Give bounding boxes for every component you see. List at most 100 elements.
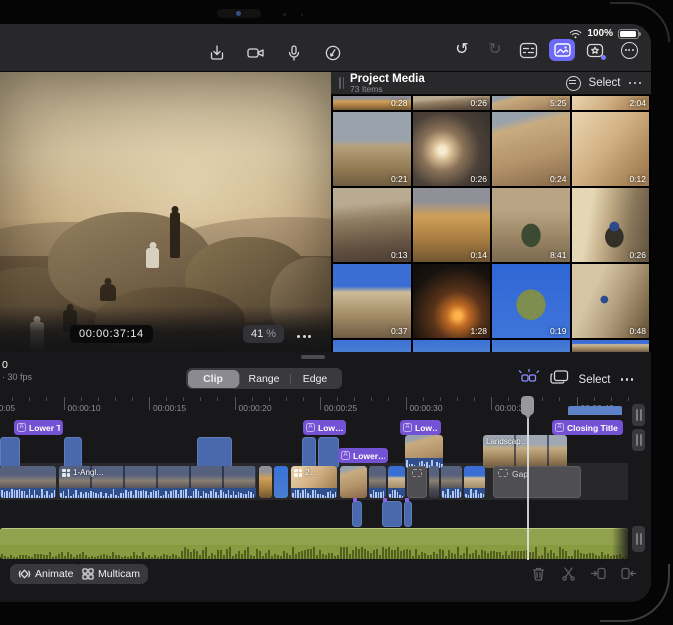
gap-clip[interactable]: Gap [493, 466, 581, 498]
more-button[interactable] [617, 38, 641, 62]
media-browser-button[interactable] [549, 39, 575, 61]
effects-button[interactable] [584, 38, 608, 62]
title-clip[interactable]: ALow… [400, 420, 441, 435]
timeline-scrollbar-segment[interactable] [632, 526, 645, 552]
animate-button[interactable]: Animate [10, 564, 82, 584]
video-clip[interactable] [388, 466, 405, 498]
clip-duration: 2:04 [629, 98, 646, 108]
title-clip[interactable]: ALower T… [14, 420, 63, 435]
camera-button[interactable] [244, 41, 268, 65]
media-thumbnail[interactable]: 0:24 [492, 112, 570, 186]
zoom-level-button[interactable]: 41% [243, 325, 284, 343]
panel-resize-handle[interactable] [339, 77, 344, 89]
connected-clip[interactable] [0, 437, 20, 468]
media-thumbnail[interactable]: 0:37 [333, 264, 411, 338]
media-thumbnail[interactable]: 0:28 [333, 96, 411, 110]
media-thumbnail[interactable] [333, 340, 411, 352]
timeline-scrollbar-segment[interactable] [632, 429, 645, 451]
inspector-button[interactable] [516, 38, 540, 62]
pencil-tool-button[interactable] [321, 41, 345, 65]
media-thumbnail[interactable]: 0:19 [492, 264, 570, 338]
media-thumbnail[interactable]: 0:26 [413, 112, 491, 186]
connected-clip[interactable] [318, 437, 339, 468]
media-thumbnail[interactable]: 0:26 [572, 188, 650, 262]
video-clip[interactable] [441, 466, 462, 498]
segment-edge[interactable]: Edge [290, 370, 341, 388]
playhead-handle[interactable] [521, 396, 534, 415]
editing-tools: ↺ ↻ [450, 38, 641, 62]
panel-more-button[interactable] [629, 82, 642, 85]
title-clip[interactable]: AClosing Title [552, 420, 623, 435]
viewer-canvas[interactable]: 00:00:37:14 41% [0, 72, 331, 352]
media-thumbnail[interactable] [413, 340, 491, 352]
connected-clip[interactable] [197, 437, 232, 468]
mic-button[interactable] [282, 41, 306, 65]
upper-track-clip[interactable] [568, 406, 622, 415]
gap-clip[interactable]: G… [407, 466, 427, 498]
video-clip[interactable] [429, 466, 439, 498]
timeline-select-button[interactable]: Select [579, 374, 611, 386]
video-clip[interactable] [369, 466, 386, 498]
media-thumbnail[interactable] [572, 340, 650, 352]
connected-clip[interactable] [64, 437, 82, 468]
ruler-tick [217, 397, 218, 401]
media-thumbnail[interactable] [492, 340, 570, 352]
connected-clip[interactable] [382, 501, 402, 527]
timeline-more-button[interactable] [621, 378, 634, 381]
timecode-display[interactable]: 00:00:37:14 [70, 325, 153, 343]
magnetic-timeline-button[interactable] [518, 368, 540, 391]
multicam-button[interactable]: Multicam [74, 564, 148, 584]
media-thumbnail[interactable]: 8:41 [492, 188, 570, 262]
ruler-tick [166, 397, 167, 401]
connected-clip[interactable] [352, 501, 362, 527]
redo-button[interactable]: ↻ [483, 38, 507, 62]
more-icon [621, 42, 638, 59]
undo-button[interactable]: ↺ [450, 38, 474, 62]
video-clip[interactable] [259, 466, 272, 498]
filter-icon[interactable] [566, 76, 581, 91]
connected-clip[interactable] [302, 437, 316, 468]
ruler-tick [440, 397, 441, 401]
title-clip-label: Lower… [353, 451, 385, 461]
segment-clip[interactable]: Clip [188, 370, 239, 388]
media-thumbnail[interactable]: 5:25 [492, 96, 570, 110]
connected-clip[interactable] [404, 501, 412, 527]
select-button[interactable]: Select [589, 77, 621, 89]
clip-duration: 0:21 [391, 174, 408, 184]
video-clip[interactable] [274, 466, 288, 498]
media-thumbnail[interactable]: 0:48 [572, 264, 650, 338]
timeline-resize-handle[interactable] [301, 355, 325, 359]
video-clip[interactable] [0, 466, 56, 498]
video-clip[interactable] [464, 466, 485, 498]
ruler-tick [628, 397, 629, 401]
title-badge-icon: A [306, 423, 315, 432]
capture-tools [205, 41, 345, 65]
clip-overlay-button[interactable] [550, 369, 569, 390]
audio-clip[interactable] [0, 528, 628, 559]
media-thumbnail[interactable]: 2:04 [572, 96, 650, 110]
title-clip[interactable]: ALower… [338, 448, 388, 463]
media-thumbnail[interactable]: 0:26 [413, 96, 491, 110]
timeline-tracks[interactable]: ALower T…ALow…ALow…AClosing TitleALower…… [0, 415, 631, 560]
timeline-ruler[interactable]: 00:00:0500:00:1000:00:1500:00:2000:00:25… [0, 396, 631, 415]
viewer-more-button[interactable] [297, 335, 311, 338]
video-clip[interactable]: Landscap… [483, 435, 567, 468]
delete-button[interactable] [530, 565, 547, 582]
title-clip-label: Low… [318, 423, 343, 433]
segment-range[interactable]: Range [239, 370, 290, 388]
title-clip[interactable]: ALow… [303, 420, 346, 435]
video-clip[interactable] [340, 466, 367, 498]
media-thumbnail[interactable]: 1:28 [413, 264, 491, 338]
video-clip[interactable] [405, 435, 443, 468]
media-thumbnail[interactable]: 0:12 [572, 112, 650, 186]
video-clip[interactable]: 1-Angl… [59, 466, 256, 498]
video-clip[interactable]: 2… [291, 466, 337, 498]
import-button[interactable] [205, 41, 229, 65]
media-thumbnail[interactable]: 0:13 [333, 188, 411, 262]
clip-duration: 8:41 [550, 250, 567, 260]
ruler-tick [406, 397, 407, 410]
timeline-scrollbar-segment[interactable] [632, 404, 645, 426]
media-thumbnail[interactable]: 0:21 [333, 112, 411, 186]
media-thumbnail[interactable]: 0:14 [413, 188, 491, 262]
split-button[interactable] [560, 565, 577, 582]
